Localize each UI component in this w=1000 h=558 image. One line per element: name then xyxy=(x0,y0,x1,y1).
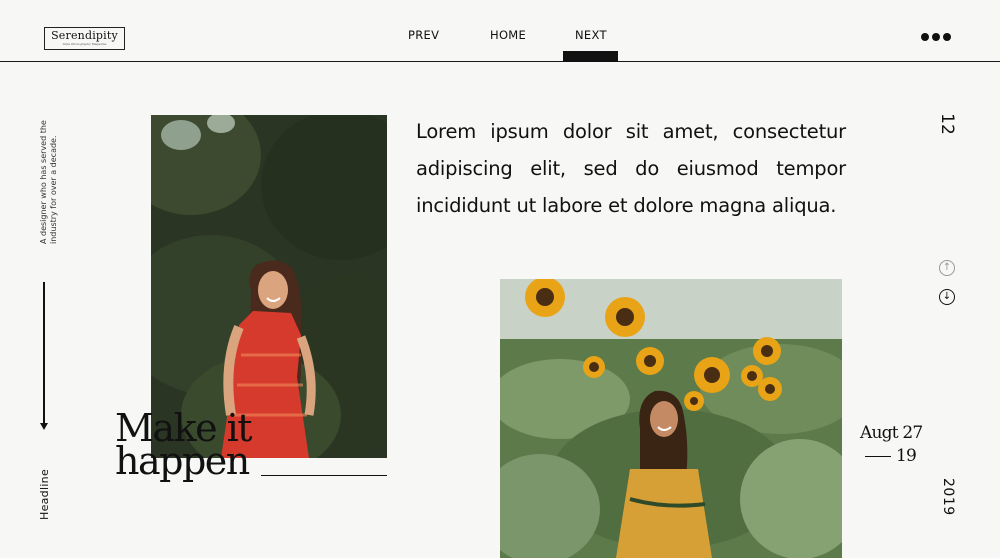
page-number: 12 xyxy=(937,113,957,135)
side-note-text: A designer who has served the industry f… xyxy=(39,120,58,244)
side-headline-label: Headline xyxy=(38,468,51,520)
top-navigation-bar: Serendipity Style Photography Magazine P… xyxy=(0,0,1000,62)
date-dash xyxy=(865,456,891,457)
scroll-arrow-line xyxy=(43,282,45,425)
arrow-up-circle-icon[interactable]: ↑ xyxy=(939,260,955,276)
date-month-day: Augt 27 xyxy=(860,423,923,443)
more-dots-icon[interactable] xyxy=(921,33,951,42)
feature-title: Make it happen xyxy=(115,409,253,480)
year-vertical-label: 2019 xyxy=(940,478,956,516)
feature-paragraph: Lorem ipsum dolor sit amet, consectetur … xyxy=(416,120,846,217)
feature-title-line2: happen xyxy=(115,439,250,483)
title-divider xyxy=(261,475,387,476)
woman-in-sunflowers-photo xyxy=(500,279,842,558)
brand-logo[interactable]: Serendipity Style Photography Magazine xyxy=(44,27,125,50)
brand-name: Serendipity xyxy=(51,29,118,42)
arrow-down-icon xyxy=(40,423,48,430)
nav-prev-link[interactable]: PREV xyxy=(408,28,439,42)
date-stamp: Augt 27 19 xyxy=(860,423,923,466)
nav-active-indicator xyxy=(563,51,618,62)
date-year-row: 19 xyxy=(860,446,922,466)
nav-home-link[interactable]: HOME xyxy=(490,28,526,42)
brand-tagline: Style Photography Magazine xyxy=(62,42,107,46)
nav-next-link[interactable]: NEXT xyxy=(575,28,607,42)
arrow-down-circle-icon[interactable]: ↓ xyxy=(939,289,955,305)
date-year-short: 19 xyxy=(896,446,917,466)
